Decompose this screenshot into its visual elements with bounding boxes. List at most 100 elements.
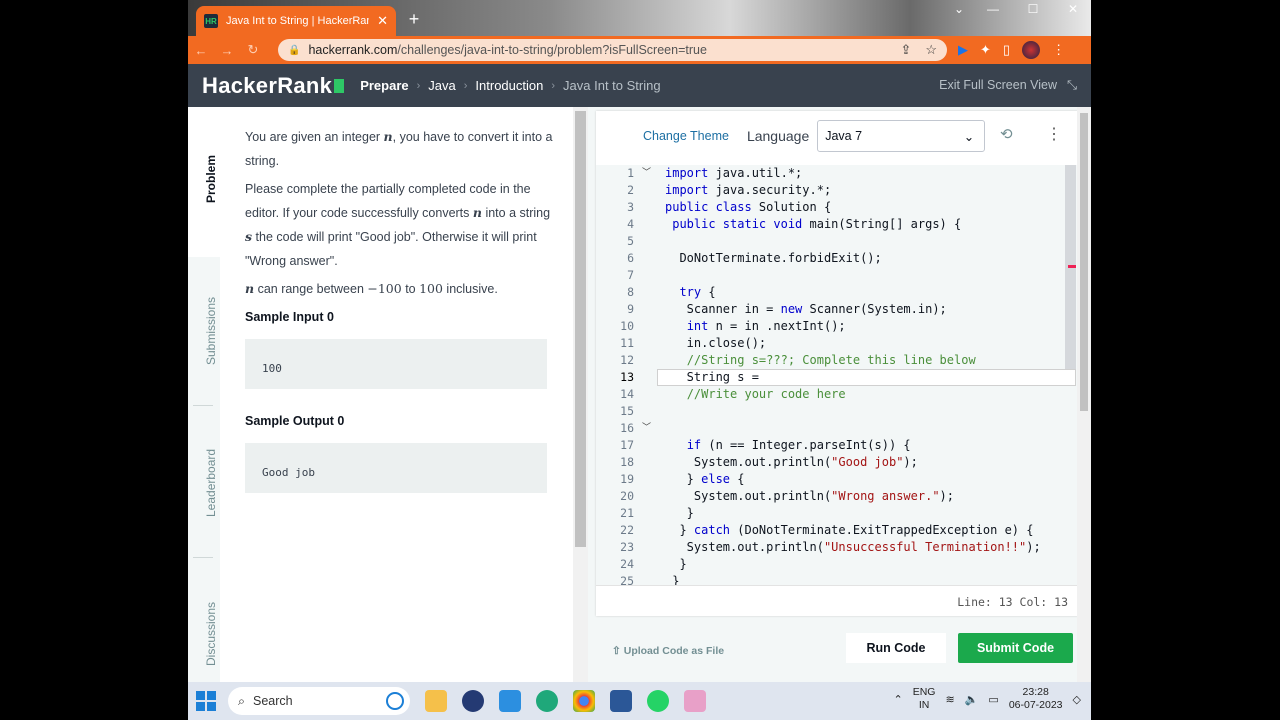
editor-toolbar: Change Theme Language Java 7 ⌄ ⟲ ⋮ bbox=[596, 111, 1078, 161]
extensions-area: ▶ ✦ ▯ ⋮ bbox=[958, 36, 1065, 64]
url-bar[interactable]: 🔒 hackerrank.com/challenges/java-int-to-… bbox=[278, 39, 947, 61]
fold-icon[interactable]: ﹀ bbox=[642, 420, 654, 437]
hackerrank-favicon-icon: HR bbox=[204, 14, 218, 28]
search-icon: ⌕ bbox=[238, 693, 246, 708]
tab-discussions[interactable]: Discussions bbox=[204, 602, 218, 666]
code-line: public static void main(String[] args) { bbox=[672, 217, 962, 231]
history-icon[interactable]: ⟲ bbox=[1000, 125, 1013, 143]
word-icon[interactable] bbox=[610, 690, 632, 712]
tab-submissions[interactable]: Submissions bbox=[204, 297, 218, 365]
line-number: 3 bbox=[627, 200, 634, 214]
language-indicator[interactable]: ENG IN bbox=[913, 686, 936, 712]
browser-tab[interactable]: HR Java Int to String | HackerRank ✕ bbox=[196, 6, 396, 36]
tab-problem[interactable]: Problem bbox=[204, 155, 218, 203]
submit-code-button[interactable]: Submit Code bbox=[958, 633, 1073, 663]
problem-para-3: n can range between −100 to 100 inclusiv… bbox=[245, 281, 498, 296]
share-icon[interactable]: ⇪ bbox=[900, 42, 911, 58]
bookmark-star-icon[interactable]: ☆ bbox=[925, 42, 937, 58]
sample-output-box: Good job bbox=[245, 443, 547, 493]
battery-icon[interactable]: ▭ bbox=[988, 693, 998, 706]
eclipse-icon[interactable] bbox=[462, 690, 484, 712]
url-host: hackerrank.com bbox=[308, 43, 398, 57]
problem-panel: You are given an integer n, you have to … bbox=[220, 107, 573, 682]
vscode-icon[interactable] bbox=[499, 690, 521, 712]
close-window-button[interactable]: ✕ bbox=[1062, 2, 1084, 18]
sample-input-title: Sample Input 0 bbox=[245, 310, 334, 324]
code-line: in.close(); bbox=[665, 336, 767, 350]
more-options-icon[interactable]: ⋮ bbox=[1046, 124, 1062, 144]
problem-para-2: Please complete the partially completed … bbox=[245, 182, 551, 268]
breadcrumb-introduction[interactable]: Introduction bbox=[475, 78, 543, 93]
windows-start-icon[interactable] bbox=[196, 691, 216, 711]
code-line: try { bbox=[679, 285, 716, 299]
edge-icon[interactable] bbox=[536, 690, 558, 712]
exit-fullscreen-button[interactable]: Exit Full Screen View ⤡ bbox=[939, 78, 1077, 93]
chevron-up-icon[interactable]: ⌃ bbox=[894, 693, 903, 706]
speaker-icon[interactable]: 🔈 bbox=[965, 693, 979, 706]
code-line: import java.util.*; bbox=[665, 166, 803, 180]
code-line: import java.security.*; bbox=[665, 183, 832, 197]
upload-icon: ⇧ bbox=[612, 645, 621, 657]
extension-icon[interactable]: ▶ bbox=[958, 42, 968, 58]
code-line: } catch (DoNotTerminate.ExitTrappedExcep… bbox=[665, 523, 1034, 537]
profile-avatar[interactable] bbox=[1022, 41, 1041, 59]
line-number: 2 bbox=[627, 183, 634, 197]
breadcrumb-prepare[interactable]: Prepare bbox=[360, 78, 408, 93]
problem-para-1: You are given an integer n, you have to … bbox=[245, 129, 553, 168]
line-number: 15 bbox=[620, 404, 634, 418]
hackerrank-logo[interactable]: HackerRank bbox=[202, 73, 345, 99]
line-number: 20 bbox=[620, 489, 634, 503]
wifi-icon[interactable]: ≋ bbox=[945, 693, 954, 706]
code-line: System.out.println("Unsuccessful Termina… bbox=[665, 540, 1041, 554]
tab-leaderboard[interactable]: Leaderboard bbox=[204, 449, 218, 517]
code-line: //String s=???; Complete this line below bbox=[686, 353, 976, 367]
language-select[interactable]: Java 7 ⌄ bbox=[817, 120, 986, 152]
chevron-right-icon: › bbox=[463, 79, 468, 92]
sidepanel-icon[interactable]: ▯ bbox=[1003, 42, 1010, 58]
fold-icon[interactable]: ﹀ bbox=[642, 165, 654, 182]
line-number: 4 bbox=[627, 217, 634, 231]
menu-icon[interactable]: ⋮ bbox=[1052, 42, 1065, 58]
maximize-button[interactable]: ☐ bbox=[1022, 2, 1044, 18]
tab-title: Java Int to String | HackerRank bbox=[226, 15, 370, 27]
back-icon[interactable]: ← bbox=[188, 43, 214, 58]
line-number: 6 bbox=[627, 251, 634, 265]
code-line: } bbox=[665, 506, 694, 520]
taskbar-search[interactable]: ⌕ Search bbox=[228, 687, 410, 715]
windows-taskbar: ⌕ Search ⌃ ENG IN ≋ 🔈 ▭ 23:28 06-07-2023 ◇ bbox=[188, 682, 1091, 720]
reload-icon[interactable]: ↻ bbox=[240, 42, 266, 58]
notification-icon[interactable]: ◇ bbox=[1073, 693, 1081, 706]
line-number: 18 bbox=[620, 455, 634, 469]
puzzle-icon[interactable]: ✦ bbox=[980, 42, 991, 58]
code-line: DoNotTerminate.forbidExit(); bbox=[665, 251, 882, 265]
bing-icon bbox=[386, 692, 404, 710]
minimize-button[interactable]: — bbox=[982, 2, 1004, 18]
upload-code-link[interactable]: ⇧ Upload Code as File bbox=[612, 645, 724, 657]
tab-search-icon[interactable]: ⌄ bbox=[948, 2, 970, 18]
snipping-tool-icon[interactable] bbox=[684, 690, 706, 712]
whatsapp-icon[interactable] bbox=[647, 690, 669, 712]
breadcrumb-java[interactable]: Java bbox=[428, 78, 455, 93]
clock[interactable]: 23:28 06-07-2023 bbox=[1009, 686, 1063, 712]
hackerrank-header: HackerRank Prepare › Java › Introduction… bbox=[188, 64, 1091, 107]
new-tab-button[interactable]: + bbox=[404, 10, 424, 30]
lock-icon[interactable]: 🔒 bbox=[288, 45, 300, 56]
code-line: System.out.println("Wrong answer."); bbox=[665, 489, 954, 503]
file-explorer-icon[interactable] bbox=[425, 690, 447, 712]
forward-icon[interactable]: → bbox=[214, 43, 240, 58]
change-theme-link[interactable]: Change Theme bbox=[643, 129, 729, 143]
code-line: System.out.println("Good job"); bbox=[665, 455, 918, 469]
collapse-icon: ⤡ bbox=[1066, 78, 1077, 92]
run-code-button[interactable]: Run Code bbox=[846, 633, 946, 663]
close-tab-icon[interactable]: ✕ bbox=[377, 13, 388, 29]
code-line: int n = in .nextInt(); bbox=[686, 319, 846, 333]
line-number: 7 bbox=[627, 268, 634, 282]
language-label: Language bbox=[746, 128, 810, 144]
code-editor[interactable]: 1 2 3 4 5 6 7 8 9 10 11 12 13 14 15 16 17 18 19 20 21 22 23 24 2… bbox=[596, 165, 1078, 585]
line-number: 8 bbox=[627, 285, 634, 299]
problem-scrollbar[interactable] bbox=[573, 107, 588, 682]
editor-status-bar: Line: 13 Col: 13 bbox=[596, 585, 1078, 616]
sample-input-box: 100 bbox=[245, 339, 547, 389]
page-scrollbar[interactable] bbox=[1077, 107, 1091, 682]
chrome-icon[interactable] bbox=[573, 690, 595, 712]
